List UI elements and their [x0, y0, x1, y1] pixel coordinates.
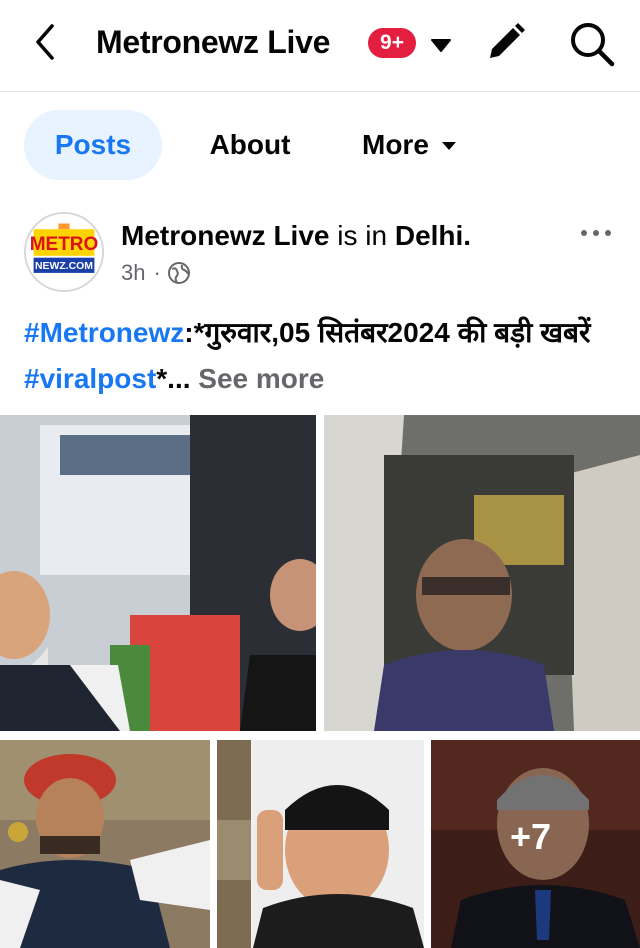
photo-image	[217, 740, 424, 948]
more-horizontal-icon	[581, 230, 611, 236]
post-meta: 3h ·	[121, 258, 191, 288]
search-button[interactable]	[566, 18, 618, 70]
post-text-segment: :*गुरुवार,05 सितंबर2024 की बड़ी खबरें	[184, 317, 591, 348]
post-checkin-text: is in	[337, 220, 388, 251]
profile-tabs: Posts About More	[0, 92, 640, 198]
hashtag-link[interactable]: #viralpost	[24, 363, 156, 394]
pencil-icon	[490, 23, 525, 58]
back-button[interactable]	[26, 22, 66, 62]
post-text-segment: *...	[156, 363, 191, 394]
post-time[interactable]: 3h	[121, 258, 145, 288]
post-photo-1[interactable]	[0, 415, 316, 731]
notification-badge: 9+	[368, 28, 416, 58]
caret-down-icon	[441, 142, 456, 150]
hashtag-link[interactable]: #Metronewz	[24, 317, 184, 348]
see-more-link[interactable]: See more	[198, 363, 324, 394]
meta-separator: ·	[153, 260, 161, 285]
avatar[interactable]: METRO NEWZ.COM	[24, 212, 104, 292]
more-photos-overlay[interactable]: +7	[431, 740, 640, 948]
edit-button[interactable]	[484, 20, 528, 64]
svg-text:NEWZ.COM: NEWZ.COM	[35, 261, 93, 272]
more-photos-count: +7	[509, 816, 552, 857]
top-app-bar: Metronewz Live 9+	[0, 0, 640, 92]
tab-posts[interactable]: Posts	[24, 110, 162, 180]
photo-image	[0, 415, 316, 731]
post-author-line: Metronewz Live is in Delhi.	[121, 218, 471, 254]
post-photo-3[interactable]	[0, 740, 210, 948]
caret-down-icon	[431, 39, 451, 52]
post-photo-4[interactable]	[217, 740, 424, 948]
search-icon	[571, 23, 615, 67]
globe-icon	[167, 262, 190, 284]
tab-more-label: More	[362, 129, 429, 160]
photo-image	[0, 740, 210, 948]
tab-more[interactable]: More	[362, 110, 459, 180]
svg-text:METRO: METRO	[30, 234, 99, 255]
post-photo-5[interactable]: +7	[431, 740, 640, 948]
chevron-left-icon	[36, 24, 54, 60]
photo-image	[324, 415, 640, 731]
tab-about[interactable]: About	[190, 110, 310, 180]
page-switcher-button[interactable]	[426, 30, 456, 60]
metronewz-logo: METRO NEWZ.COM	[26, 214, 102, 290]
post-body: #Metronewz:*गुरुवार,05 सितंबर2024 की बड़…	[24, 310, 624, 402]
post-author[interactable]: Metronewz Live	[121, 220, 329, 251]
post-location[interactable]: Delhi.	[395, 220, 471, 251]
post-options-button[interactable]	[576, 218, 616, 248]
post-photo-2[interactable]	[324, 415, 640, 731]
page-title: Metronewz Live	[96, 24, 331, 60]
